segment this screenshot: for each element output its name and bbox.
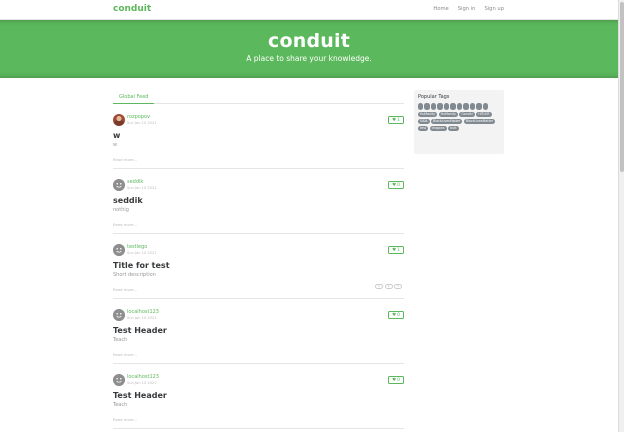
favorite-count: 1 <box>397 247 400 253</box>
favorite-count: 1 <box>397 117 400 123</box>
tag-pill[interactable]: SIDA <box>418 118 430 124</box>
favorite-count: 0 <box>397 377 400 383</box>
article-title[interactable]: Title for test <box>113 261 170 270</box>
heart-icon: ♥ <box>392 117 397 123</box>
favorite-count: 0 <box>397 182 400 188</box>
favorite-button[interactable]: ♥ 0 <box>388 376 404 384</box>
article-title[interactable]: Test Header <box>113 391 167 400</box>
article-date: Sun Jan 10 2021 <box>127 250 157 255</box>
article-date: Sun Jan 10 2021 <box>127 315 157 320</box>
article-tag[interactable]: 1 <box>375 284 383 289</box>
tag-pill[interactable]: dragons <box>429 125 447 131</box>
article-title[interactable]: seddik <box>113 196 143 205</box>
smiley-avatar-icon[interactable] <box>113 244 125 256</box>
tag-pill-blank[interactable] <box>463 103 469 110</box>
read-more-link[interactable]: Read more... <box>113 222 137 227</box>
tag-pill-blank[interactable] <box>476 103 482 110</box>
heart-icon: ♥ <box>392 182 397 188</box>
author-link[interactable]: rozpopov <box>127 114 150 120</box>
nav-link-sign-up[interactable]: Sign up <box>484 6 504 12</box>
favorite-count: 0 <box>397 312 400 318</box>
article-preview: localhost123 Sun Jan 10 2021 ♥ 0 Test Header… <box>113 299 404 364</box>
top-navbar: conduit Home Sign in Sign up <box>0 0 618 20</box>
article-description[interactable]: Short description <box>113 272 156 278</box>
tag-list: HuManity HuManity Gandhi HITLER SIDA BlackLiv… <box>418 112 500 131</box>
article-date: Sun Jan 10 2021 <box>127 380 157 385</box>
article-description[interactable]: Teach <box>113 337 127 343</box>
read-more-link[interactable]: Read more... <box>113 352 137 357</box>
favorite-button[interactable]: ♥ 1 <box>388 246 404 254</box>
author-link[interactable]: localhost123 <box>127 374 159 380</box>
popular-tags-sidebar: Popular Tags HuManity HuManity Gandhi HITLE… <box>414 90 504 154</box>
tag-pill-blank[interactable] <box>418 103 424 110</box>
smiley-avatar-icon[interactable] <box>113 309 125 321</box>
feed-toggle: Global Feed <box>113 92 404 104</box>
author-link[interactable]: localhost123 <box>127 309 159 315</box>
article-description[interactable]: w <box>113 142 117 148</box>
tag-pill[interactable]: HuManity <box>418 112 438 117</box>
smiley-avatar-icon[interactable] <box>113 374 125 386</box>
article-date: Sun Jan 10 2021 <box>127 185 157 190</box>
tab-global-feed[interactable]: Global Feed <box>113 92 155 104</box>
author-avatar[interactable] <box>113 114 125 126</box>
tag-pill-blank[interactable] <box>456 103 463 110</box>
tag-pill[interactable]: test <box>418 125 429 131</box>
article-description[interactable]: Teach <box>113 402 127 408</box>
article-tag[interactable]: 3 <box>394 284 402 289</box>
banner-subtitle: A place to share your knowledge. <box>246 54 372 63</box>
blank-tag-row <box>418 103 500 110</box>
author-link[interactable]: seddik <box>127 179 143 185</box>
tag-pill[interactable]: HuManity <box>438 112 458 117</box>
hero-banner: conduit A place to share your knowledge. <box>0 20 618 78</box>
heart-icon: ♥ <box>392 312 397 318</box>
heart-icon: ♥ <box>392 377 397 383</box>
tag-pill[interactable]: BlackLivesMatter <box>431 118 463 124</box>
tag-pill-blank[interactable] <box>430 103 437 110</box>
page-scrollbar[interactable] <box>618 0 624 432</box>
tag-pill[interactable]: BlackLivesMatter <box>463 118 496 124</box>
nav-link-home[interactable]: Home <box>433 6 448 12</box>
article-title[interactable]: Test Header <box>113 326 167 335</box>
banner-title: conduit <box>268 30 350 52</box>
author-link[interactable]: testlego <box>127 244 147 250</box>
tag-pill[interactable]: Gandhi <box>459 112 475 117</box>
tag-pill-blank[interactable] <box>450 103 456 110</box>
nav-links: Home Sign in Sign up <box>433 6 504 12</box>
article-description[interactable]: nothig <box>113 207 129 213</box>
article-preview: rozpopov Sun Jan 10 2021 ♥ 1 w w Read more... <box>113 104 404 169</box>
favorite-button[interactable]: ♥ 0 <box>388 181 404 189</box>
article-preview: localhost123 Sun Jan 10 2021 ♥ 0 Test Header… <box>113 364 404 429</box>
article-date: Sun Jan 10 2021 <box>127 120 157 125</box>
tag-pill-blank[interactable] <box>443 103 450 110</box>
tag-pill-blank[interactable] <box>469 103 476 110</box>
nav-link-sign-in[interactable]: Sign in <box>458 6 476 12</box>
favorite-button[interactable]: ♥ 0 <box>388 311 404 319</box>
article-tag-list: 123 <box>375 284 402 289</box>
article-title[interactable]: w <box>113 131 120 140</box>
article-preview: testlego Sun Jan 10 2021 ♥ 1 Title for test S… <box>113 234 404 299</box>
tag-pill[interactable]: HITLER <box>476 112 492 117</box>
tag-pill-blank[interactable] <box>424 103 430 110</box>
read-more-link[interactable]: Read more... <box>113 287 137 292</box>
smiley-avatar-icon[interactable] <box>113 179 125 191</box>
heart-icon: ♥ <box>392 247 397 253</box>
article-tag[interactable]: 2 <box>384 284 393 289</box>
brand-logo-link[interactable]: conduit <box>113 4 151 14</box>
favorite-button[interactable]: ♥ 1 <box>388 116 404 124</box>
read-more-link[interactable]: Read more... <box>113 157 137 162</box>
tag-pill[interactable]: butt <box>448 125 459 131</box>
article-preview: seddik Sun Jan 10 2021 ♥ 0 seddik nothig Read … <box>113 169 404 234</box>
sidebar-title: Popular Tags <box>418 94 450 100</box>
scrollbar-thumb[interactable] <box>620 2 624 172</box>
read-more-link[interactable]: Read more... <box>113 417 137 422</box>
tag-pill-blank[interactable] <box>437 103 443 110</box>
tag-pill-blank[interactable] <box>482 103 489 110</box>
